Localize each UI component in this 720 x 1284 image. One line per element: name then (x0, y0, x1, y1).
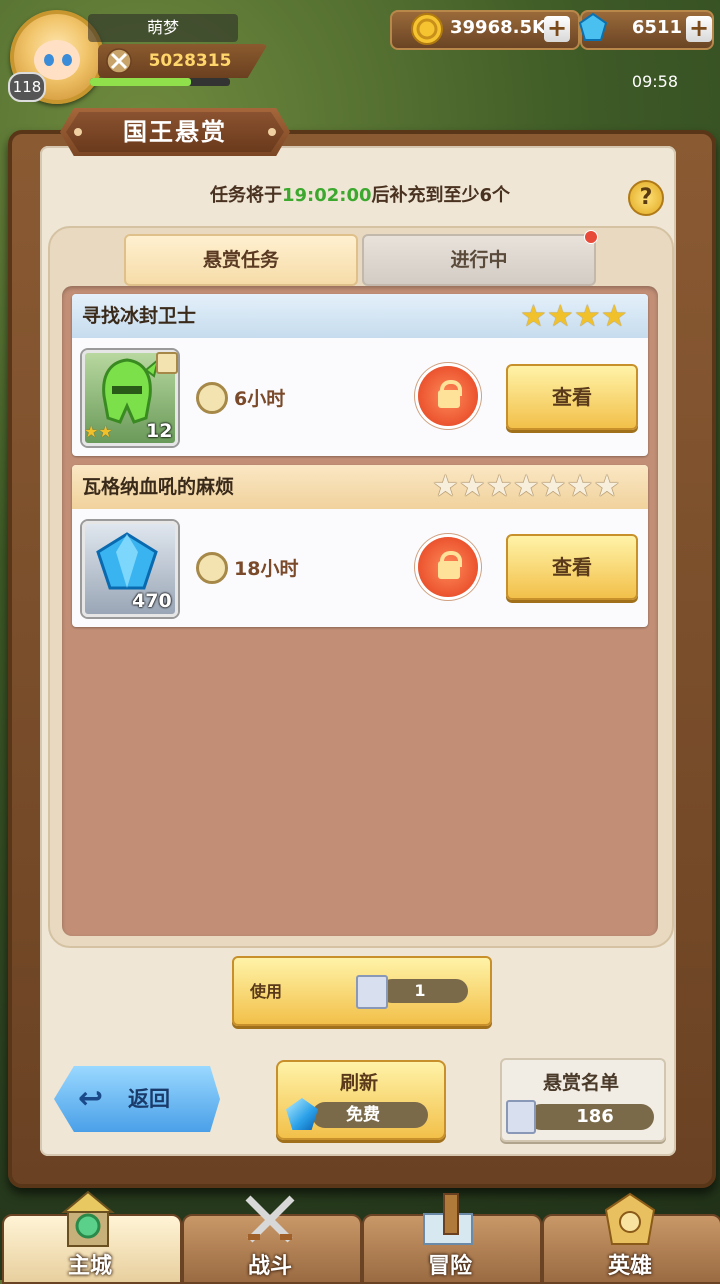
star-icon: ★ (600, 299, 628, 334)
gold-coin-icon (411, 13, 443, 45)
nav-label-hero: 英雄 (607, 1254, 652, 1279)
bounty-scroll-icon (356, 975, 388, 1009)
bounty-list-count: 186 (576, 1106, 614, 1127)
star-outline-icon: ★ (593, 469, 621, 504)
star-icon: ★ (546, 299, 574, 334)
item-star-rating: ★★ (84, 422, 113, 441)
tab-in-progress[interactable]: 进行中 (362, 234, 596, 286)
star-outline-icon: ★ (512, 469, 540, 504)
task-title: 瓦格纳血吼的麻烦 (82, 476, 235, 498)
star-outline-icon: ★ (432, 469, 459, 504)
use-count: 1 (414, 981, 426, 1000)
rivet (268, 128, 276, 136)
refresh-cost: 免费 (346, 1105, 380, 1125)
crossed-swords-power-icon (106, 48, 132, 74)
crossed-swords-icon (245, 1195, 295, 1243)
blue-gem-icon (96, 532, 158, 590)
star-outline-icon: ★ (539, 469, 567, 504)
task-title: 寻找冰封卫士 (82, 305, 197, 327)
back-arrow-icon: ↩ (78, 1081, 104, 1116)
exp-bar-fill (90, 78, 191, 86)
star-icon: ★ (573, 299, 601, 334)
power-value: 5028315 (148, 51, 232, 71)
add-gems-button[interactable]: + (686, 16, 712, 42)
tab-bounty-tasks[interactable]: 悬赏任务 (124, 234, 358, 286)
clock-icon (196, 382, 228, 414)
star-outline-icon: ★ (458, 469, 486, 504)
green-helmet-icon (102, 357, 160, 424)
back-label: 返回 (128, 1087, 170, 1111)
gold-amount: 39968.5K (450, 17, 546, 38)
refill-notice: 任务将于19:02:00后补充到至少6个 (130, 180, 590, 212)
player-level-badge: 118 (8, 72, 46, 102)
item-quantity: 470 (132, 590, 172, 612)
help-button[interactable]: ? (628, 180, 664, 216)
refill-suffix: 后补充到至少6个 (371, 185, 511, 206)
task-duration: 6小时 (234, 388, 286, 410)
gem-icon (578, 12, 608, 41)
page-title: 国王悬赏 (66, 112, 284, 152)
refresh-label: 刷新 (339, 1072, 378, 1094)
bounty-list-label: 悬赏名单 (542, 1072, 619, 1094)
clock-time: 09:58 (631, 72, 678, 91)
lock-body (438, 561, 460, 579)
bounty-scroll-icon (506, 1100, 536, 1134)
rivet (74, 128, 82, 136)
view-task-button[interactable]: 查看 (506, 534, 638, 600)
view-task-button[interactable]: 查看 (506, 364, 638, 430)
task-star-rating: ★★★★★★★ (432, 472, 620, 502)
player-name: 萌梦 (88, 14, 238, 42)
task-duration: 18小时 (234, 558, 299, 580)
nav-label-adventure: 冒险 (427, 1254, 472, 1279)
refill-time: 19:02:00 (281, 185, 372, 206)
puzzle-piece-icon (156, 352, 178, 374)
nav-label-main-city: 主城 (67, 1254, 112, 1279)
castle-icon (61, 1190, 115, 1247)
nav-label-battle: 战斗 (247, 1254, 292, 1279)
map-scroll-icon (423, 1193, 473, 1245)
star-outline-icon: ★ (566, 469, 594, 504)
hero-crest-icon (604, 1192, 656, 1245)
item-quantity: 12 (146, 420, 173, 442)
star-outline-icon: ★ (485, 469, 513, 504)
task-star-rating: ★★★★ (520, 302, 628, 332)
lock-body (438, 390, 460, 408)
clock-icon (196, 552, 228, 584)
use-label: 使用 (250, 982, 283, 1001)
refill-prefix: 任务将于 (209, 185, 282, 206)
star-icon: ★ (520, 299, 547, 334)
gem-amount: 6511 (631, 17, 682, 38)
notification-dot (584, 230, 598, 244)
add-gold-button[interactable]: + (544, 16, 570, 42)
